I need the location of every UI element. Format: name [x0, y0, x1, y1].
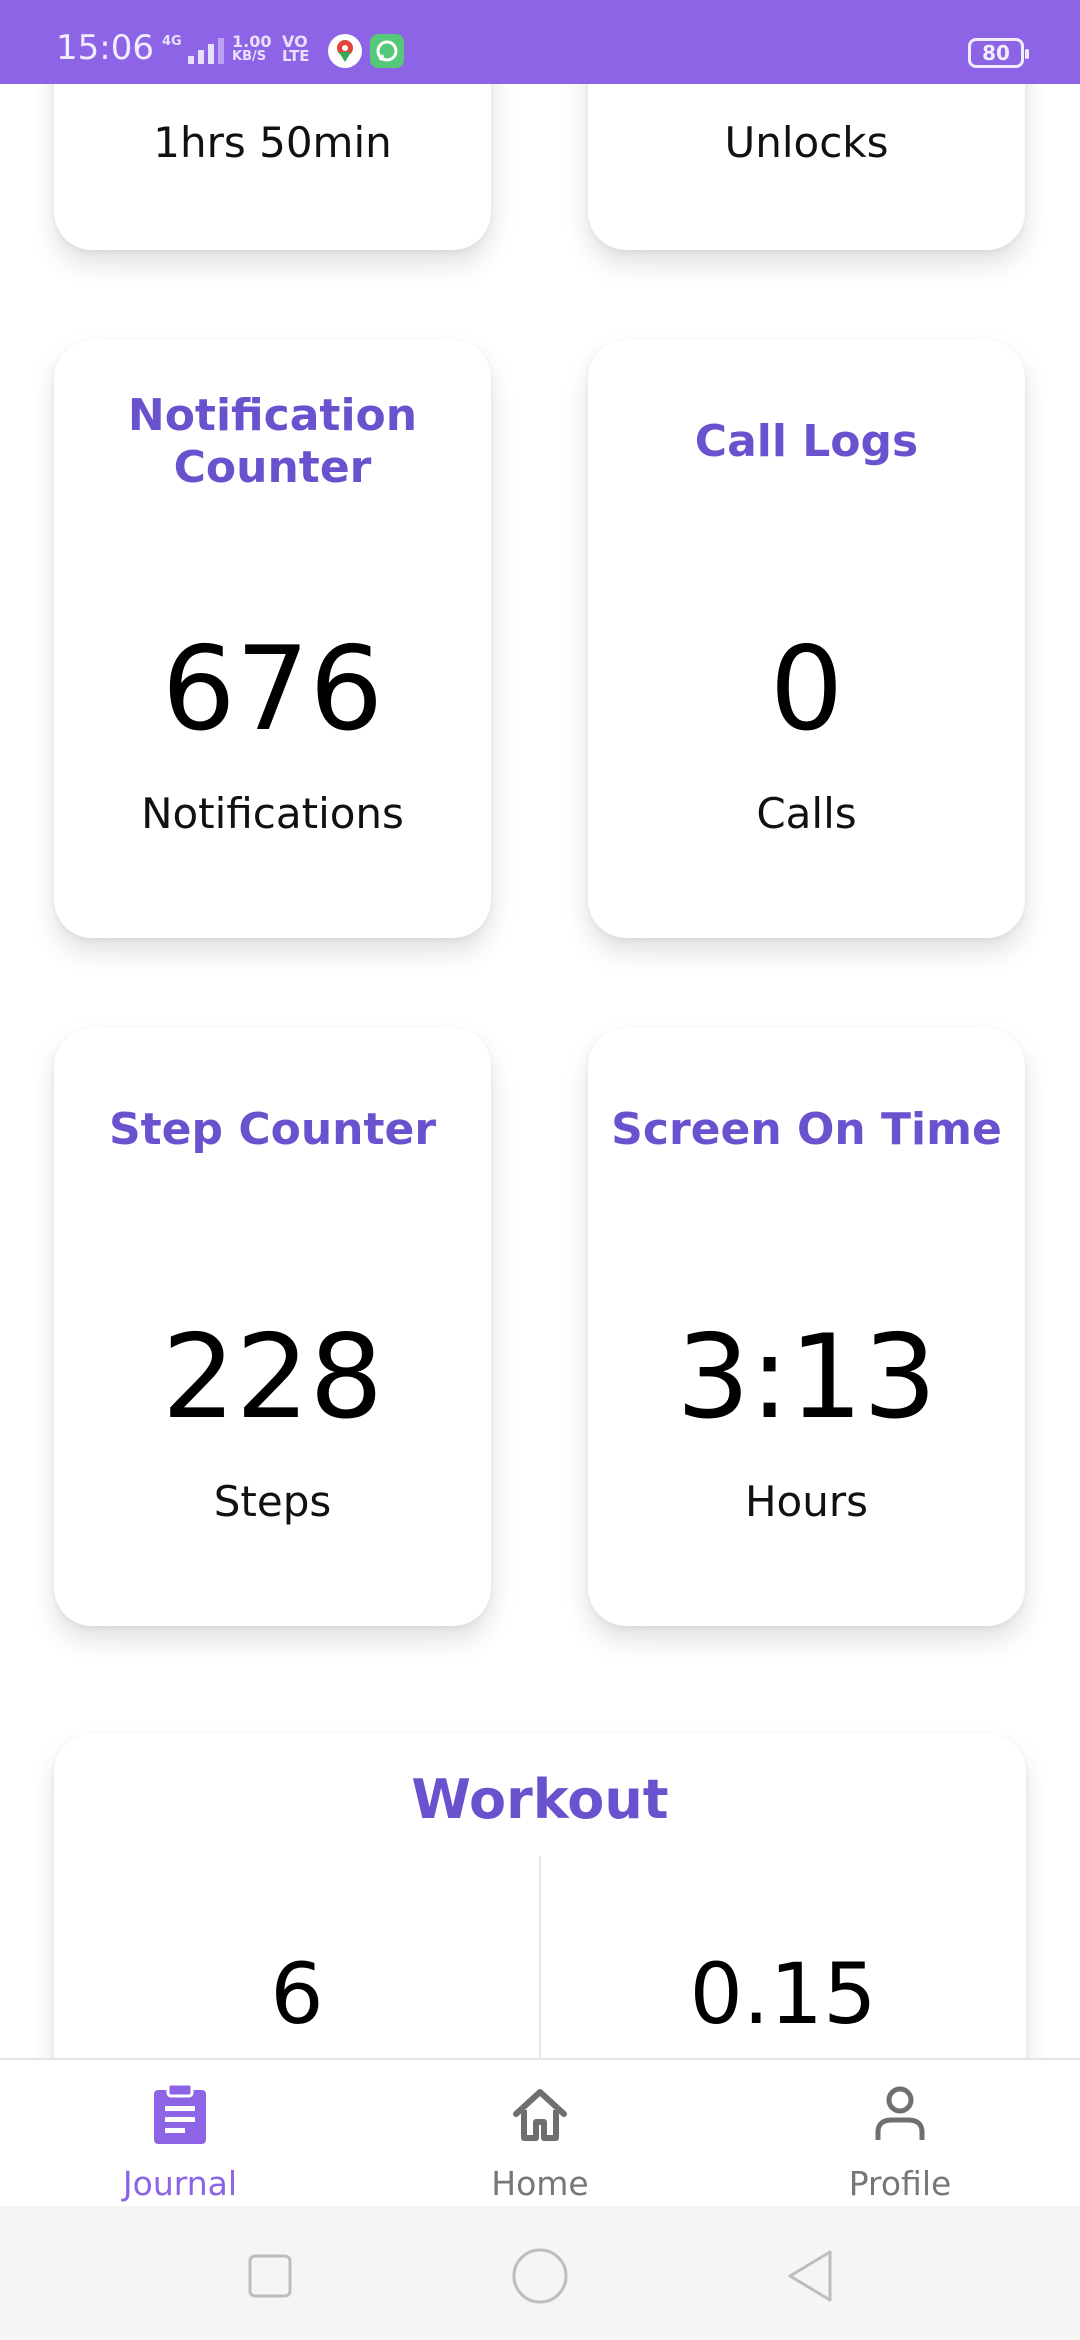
step-unit: Steps — [213, 1477, 332, 1526]
clipboard-icon — [148, 2082, 212, 2146]
notification-count-value: 676 — [161, 622, 384, 757]
step-count-value: 228 — [161, 1310, 384, 1445]
notification-counter-card[interactable]: Notification Counter 676 Notifications — [54, 340, 491, 938]
call-count-value: 0 — [769, 622, 844, 757]
square-icon[interactable] — [240, 2246, 300, 2306]
circle-icon[interactable] — [510, 2246, 570, 2306]
home-icon — [508, 2082, 572, 2146]
volte-indicator: VO LTE — [282, 34, 322, 64]
nav-home[interactable]: Home — [360, 2060, 720, 2208]
unlocks-card[interactable]: Unlocks — [588, 84, 1025, 250]
journal-scroll-area[interactable]: 1hrs 50min Unlocks Notification Counter … — [0, 84, 1080, 2058]
card-title: Screen On Time — [611, 1104, 1002, 1155]
card-title: Call Logs — [694, 416, 919, 467]
card-title-line1: Notification — [127, 390, 418, 441]
workout-right-value: 0.15 — [689, 1945, 877, 2043]
system-nav-bar — [0, 2206, 1080, 2340]
signal-icon — [174, 34, 224, 64]
screen-on-time-unit: Hours — [744, 1477, 869, 1526]
nav-label-profile: Profile — [848, 2164, 952, 2203]
notification-unit: Notifications — [141, 789, 404, 838]
workout-title: Workout — [411, 1768, 669, 1831]
nav-label-home: Home — [491, 2164, 589, 2203]
nav-profile[interactable]: Profile — [720, 2060, 1080, 2208]
screen-on-time-value: 3:13 — [676, 1310, 937, 1445]
nav-label-journal: Journal — [122, 2164, 238, 2203]
call-unit: Calls — [756, 789, 857, 838]
volte-bottom: LTE — [282, 47, 310, 65]
card-title-line2: Counter — [173, 442, 372, 493]
workout-left-value: 6 — [270, 1945, 324, 2043]
status-time: 15:06 — [56, 28, 154, 68]
nav-journal[interactable]: Journal — [0, 2060, 360, 2208]
battery-level: 80 — [982, 41, 1010, 65]
workout-card[interactable]: Workout 6 0.15 — [54, 1734, 1026, 2058]
back-triangle-icon[interactable] — [780, 2246, 840, 2306]
call-logs-card[interactable]: Call Logs 0 Calls — [588, 340, 1025, 938]
person-icon — [868, 2082, 932, 2146]
speed-unit: KB/S — [232, 49, 267, 64]
network-speed: 1.00 KB/S — [232, 32, 282, 65]
screen-time-card[interactable]: 1hrs 50min — [54, 84, 491, 250]
status-bar: 15:06 4G 1.00 KB/S VO LTE 80 — [0, 0, 1080, 84]
step-counter-card[interactable]: Step Counter 228 Steps — [54, 1028, 491, 1626]
bottom-nav: Journal Home Profile — [0, 2058, 1080, 2206]
unlocks-text: Unlocks — [724, 118, 889, 167]
battery-icon: 80 — [968, 38, 1029, 68]
card-title: Step Counter — [108, 1104, 437, 1155]
maps-app-icon — [328, 34, 362, 68]
screen-on-time-card[interactable]: Screen On Time 3:13 Hours — [588, 1028, 1025, 1626]
chat-app-icon — [370, 34, 404, 68]
speed-value: 1.00 — [232, 32, 272, 51]
screen-time-text: 1hrs 50min — [153, 118, 392, 167]
